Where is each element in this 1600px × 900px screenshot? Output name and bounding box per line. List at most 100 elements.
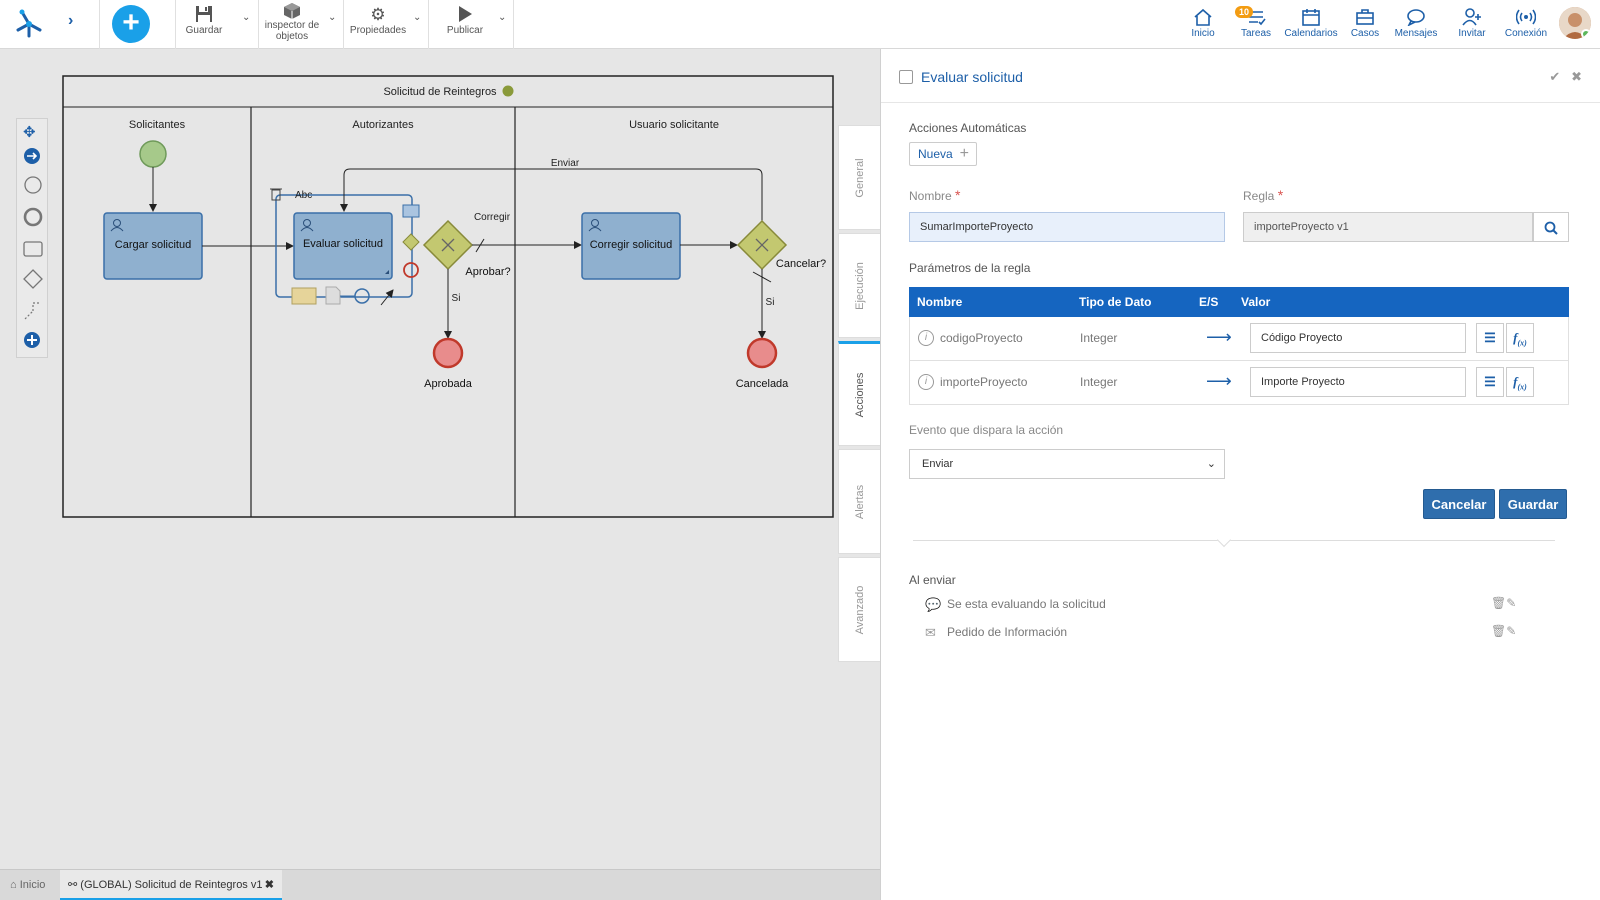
tab-alertas[interactable]: Alertas [838,449,880,554]
pool-title: Solicitud de Reintegros [383,86,497,98]
properties-button[interactable]: ⚙ Propiedades [348,5,408,36]
home-icon [1194,8,1212,26]
edit-label-handle[interactable]: Abc [295,190,312,201]
bottom-tab-process-label: (GLOBAL) Solicitud de Reintegros v1 [80,879,263,891]
inspector-label-line1: inspector de [264,20,320,31]
nav-connection[interactable]: Conexión [1504,8,1548,39]
move-tool-icon[interactable]: ✥ [23,123,36,141]
on-send-label: Al enviar [909,573,956,587]
add-new-button[interactable]: + [112,5,150,43]
top-toolbar: › + Guardar ⌄ inspector de objetos ⌄ ⚙ P… [0,0,1600,49]
new-action-label: Nueva [918,147,953,161]
tab-ejecucion[interactable]: Ejecución [838,233,880,338]
gateway-label: Aprobar? [465,266,510,278]
context-task-icon[interactable] [402,204,420,218]
chat-bubble-icon: 💬 [925,597,942,612]
context-annotation-icon[interactable] [291,287,317,305]
end-event-aprobada[interactable] [432,337,464,369]
context-data-object-icon[interactable] [325,286,341,305]
function-icon[interactable]: f(x) [1506,367,1534,397]
user-avatar[interactable] [1559,7,1591,39]
gateway-tool-icon[interactable] [23,269,43,292]
param-type: Integer [1080,375,1118,389]
end-event-tool-icon[interactable] [23,207,43,230]
shape-palette: ✥ [16,118,48,358]
start-event-tool-icon[interactable] [23,175,43,198]
connect-tool-icon[interactable] [23,147,41,168]
save-tool-button[interactable]: Guardar [184,5,224,36]
task-tool-icon[interactable] [23,239,43,262]
save-button[interactable]: Guardar [1499,489,1567,519]
bpmn-diagram[interactable]: Solicitud de Reintegros Solicitantes Aut… [0,49,880,869]
envelope-icon: ✉ [925,625,936,640]
flow-label: Si [766,297,775,308]
rule-label-text: Regla [1243,189,1275,203]
tab-label: Alertas [853,484,866,519]
list-picker-icon[interactable]: ☰ [1476,323,1504,353]
input-direction-arrow-icon: ⟶ [1206,327,1232,347]
cancel-button[interactable]: Cancelar [1423,489,1495,519]
param-value-input[interactable]: Importe Proyecto [1250,367,1466,397]
name-input[interactable]: SumarImporteProyecto [909,212,1225,242]
briefcase-icon [1356,9,1374,25]
publish-button[interactable]: Publicar [440,5,490,36]
tab-avanzado[interactable]: Avanzado [838,557,880,662]
nav-calendars[interactable]: Calendarios [1283,8,1339,39]
bottom-tab-bar: ⌂ Inicio ⚯ (GLOBAL) Solicitud de Reinteg… [0,869,880,900]
nav-cases[interactable]: Casos [1348,8,1382,39]
panel-checkbox[interactable] [899,70,913,84]
close-tab-icon[interactable]: ✖ [265,870,274,900]
gateway-label: Cancelar? [776,258,826,270]
trash-icon[interactable]: 🗑 [1491,624,1506,638]
lane-tool-icon[interactable] [23,301,43,324]
publish-dropdown-icon[interactable]: ⌄ [498,12,506,23]
app-logo-icon[interactable] [14,8,44,38]
tab-label: General [853,157,866,198]
context-event-icon[interactable] [354,288,370,304]
context-gateway-icon[interactable] [402,233,420,251]
function-icon[interactable]: f(x) [1506,323,1534,353]
flow-label: Enviar [551,158,580,169]
pencil-icon[interactable]: ✎ [1506,596,1516,610]
col-header: Valor [1241,295,1271,309]
event-select[interactable]: Enviar ⌄ [909,449,1225,479]
divider [428,0,429,49]
nav-invite[interactable]: Invitar [1455,8,1489,39]
trash-icon[interactable]: 🗑 [1491,596,1506,610]
properties-dropdown-icon[interactable]: ⌄ [413,12,421,23]
context-end-event-icon[interactable] [403,262,419,278]
plus-icon: + [959,145,969,162]
start-event[interactable] [139,140,167,168]
nav-messages[interactable]: Mensajes [1393,8,1439,39]
cube-icon [262,2,322,20]
pencil-icon[interactable]: ✎ [1506,624,1516,638]
bottom-tab-process[interactable]: ⚯ (GLOBAL) Solicitud de Reintegros v1 ✖ [60,870,282,900]
expand-menu-icon[interactable]: › [68,12,73,30]
close-icon[interactable]: ✖ [1571,69,1582,84]
chat-bubble-icon [1407,9,1425,26]
lane-label: Solicitantes [129,119,186,131]
tab-general[interactable]: General [838,125,880,230]
col-header: Tipo de Dato [1079,295,1152,309]
info-icon[interactable]: i [918,330,934,346]
task-label: Corregir solicitud [590,239,673,251]
broadcast-icon [1516,9,1536,25]
floppy-disk-icon [184,5,224,25]
info-icon[interactable]: i [918,374,934,390]
bottom-tab-home[interactable]: ⌂ Inicio [2,870,53,900]
param-value-input[interactable]: Código Proyecto [1250,323,1466,353]
end-event-cancelada[interactable] [746,337,778,369]
nav-home[interactable]: Inicio [1185,8,1221,39]
diagram-canvas[interactable]: Solicitud de Reintegros Solicitantes Aut… [0,49,880,869]
rule-search-button[interactable] [1533,212,1569,242]
save-dropdown-icon[interactable]: ⌄ [242,12,250,23]
list-picker-icon[interactable]: ☰ [1476,367,1504,397]
more-tools-icon[interactable] [23,331,41,352]
rule-input[interactable]: importeProyecto v1 [1243,212,1533,242]
object-inspector-button[interactable]: inspector de objetos [262,2,322,42]
tab-label: Acciones [853,372,866,417]
inspector-dropdown-icon[interactable]: ⌄ [328,12,336,23]
tab-acciones[interactable]: Acciones [838,341,880,446]
confirm-check-icon[interactable]: ✔ [1549,69,1560,84]
new-action-button[interactable]: Nueva + [909,142,977,166]
